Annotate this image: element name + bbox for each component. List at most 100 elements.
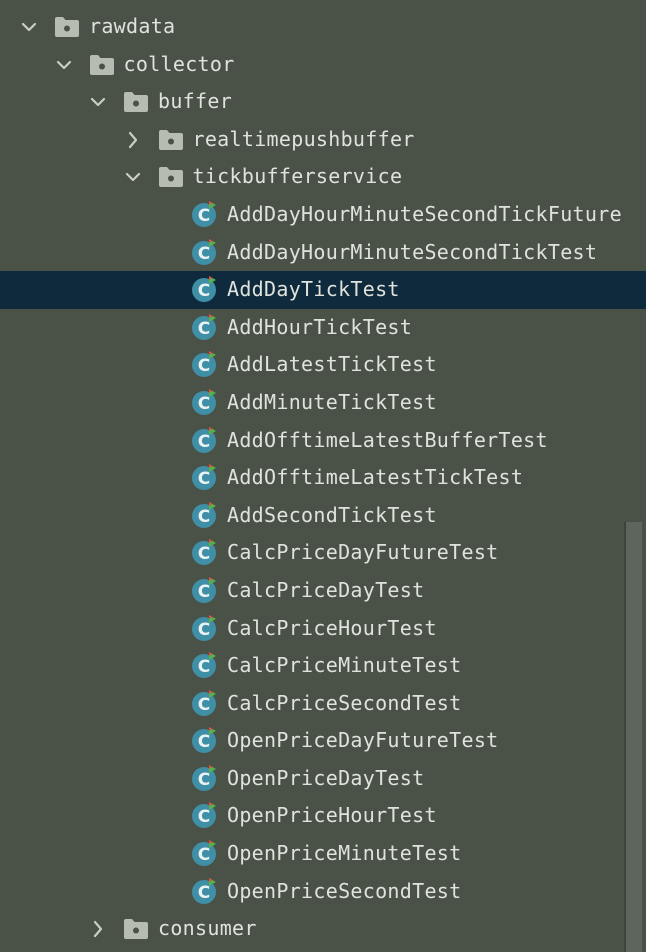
- tree-file-row[interactable]: C CalcPriceDayFutureTest: [0, 534, 646, 572]
- test-class-icon: C: [191, 238, 219, 265]
- tree-file-row[interactable]: C CalcPriceMinuteTest: [0, 647, 646, 685]
- tree-item-label: AddDayTickTest: [227, 277, 400, 302]
- tree-folder-row[interactable]: buffer: [0, 83, 646, 121]
- tree-item-label: OpenPriceSecondTest: [227, 878, 462, 903]
- tree-item-label: tickbufferservice: [192, 164, 403, 189]
- test-class-icon: C: [191, 689, 219, 716]
- tree-item-label: AddMinuteTickTest: [227, 389, 437, 414]
- tree-item-label: AddLatestTickTest: [227, 352, 437, 377]
- tree-file-row[interactable]: C OpenPriceMinuteTest: [0, 835, 646, 873]
- tree-folder-row[interactable]: rawdata: [0, 8, 646, 46]
- tree-item-label: AddOfftimeLatestBufferTest: [227, 427, 548, 452]
- tree-file-row[interactable]: C CalcPriceHourTest: [0, 610, 646, 648]
- svg-text:C: C: [198, 582, 210, 602]
- test-class-icon: C: [191, 313, 219, 340]
- test-class-icon: C: [191, 839, 219, 867]
- tree-item-label: CalcPriceHourTest: [227, 615, 437, 640]
- svg-text:C: C: [198, 657, 210, 677]
- scrollbar-thumb[interactable]: [624, 522, 642, 952]
- folder-icon: [122, 90, 150, 116]
- tree-item-label: OpenPriceMinuteTest: [227, 841, 462, 866]
- tree-item-label: OpenPriceHourTest: [227, 803, 437, 828]
- test-class-icon: C: [191, 538, 219, 566]
- tree-item-label: OpenPriceDayTest: [227, 765, 425, 790]
- tree-file-row[interactable]: C AddOfftimeLatestTickTest: [0, 459, 646, 497]
- test-class-icon: C: [191, 801, 219, 829]
- partial-row-above: [0, 0, 646, 4]
- test-class-icon: C: [191, 350, 219, 378]
- svg-text:C: C: [198, 883, 210, 903]
- tree-folder-row[interactable]: realtimepushbuffer: [0, 121, 646, 159]
- tree-item-label: collector: [123, 51, 235, 76]
- svg-text:C: C: [198, 244, 210, 264]
- tree-file-row[interactable]: C AddSecondTickTest: [0, 497, 646, 535]
- tree-item-label: OpenPriceDayFutureTest: [227, 728, 499, 753]
- chevron-right-icon[interactable]: [87, 918, 109, 940]
- svg-text:C: C: [198, 695, 210, 715]
- test-class-icon: C: [191, 463, 219, 491]
- tree-file-row[interactable]: C AddHourTickTest: [0, 309, 646, 347]
- svg-text:C: C: [198, 432, 210, 452]
- chevron-right-icon[interactable]: [122, 129, 144, 151]
- test-class-icon: C: [191, 275, 219, 303]
- test-class-icon: C: [191, 614, 219, 641]
- tree-item-label: CalcPriceDayTest: [227, 577, 425, 602]
- tree-item-label: CalcPriceDayFutureTest: [227, 540, 499, 565]
- tree-item-label: AddDayHourMinuteSecondTickTest: [227, 239, 598, 264]
- tree-file-row[interactable]: C OpenPriceHourTest: [0, 797, 646, 835]
- test-class-icon: C: [191, 877, 219, 904]
- tree-folder-row[interactable]: collector: [0, 46, 646, 84]
- folder-icon: [122, 917, 150, 943]
- tree-file-row[interactable]: C OpenPriceDayFutureTest: [0, 722, 646, 760]
- project-tree: rawdata collector buffer realtimepushbuffer…: [0, 8, 646, 948]
- chevron-down-icon[interactable]: [18, 16, 40, 38]
- tree-file-row[interactable]: C OpenPriceDayTest: [0, 760, 646, 798]
- tree-file-row[interactable]: C AddDayHourMinuteSecondTickTest: [0, 234, 646, 272]
- tree-item-label: CalcPriceSecondTest: [227, 690, 462, 715]
- tree-file-row[interactable]: C OpenPriceSecondTest: [0, 873, 646, 911]
- svg-text:C: C: [198, 356, 210, 376]
- test-class-icon: C: [191, 726, 219, 754]
- tree-file-row[interactable]: C AddOfftimeLatestBufferTest: [0, 422, 646, 460]
- svg-text:C: C: [198, 469, 210, 489]
- chevron-down-icon[interactable]: [122, 166, 144, 188]
- folder-icon: [157, 165, 185, 191]
- tree-item-label: rawdata: [89, 14, 176, 38]
- folder-icon: [88, 53, 116, 79]
- svg-text:C: C: [198, 620, 210, 640]
- svg-text:C: C: [198, 770, 210, 790]
- tree-item-label: AddDayHourMinuteSecondTickFuture: [227, 201, 622, 226]
- svg-text:C: C: [198, 394, 210, 414]
- test-class-icon: C: [191, 764, 219, 791]
- svg-text:C: C: [198, 807, 210, 827]
- test-class-icon: C: [191, 651, 219, 679]
- chevron-down-icon[interactable]: [87, 91, 109, 113]
- folder-icon: [157, 128, 185, 154]
- test-class-icon: C: [191, 576, 219, 603]
- tree-file-row[interactable]: C AddDayTickTest: [0, 271, 646, 309]
- tree-folder-row[interactable]: consumer: [0, 910, 646, 948]
- tree-item-label: AddHourTickTest: [227, 314, 413, 339]
- test-class-icon: C: [191, 200, 219, 227]
- tree-file-row[interactable]: C AddDayHourMinuteSecondTickFuture: [0, 196, 646, 234]
- svg-text:C: C: [198, 206, 210, 226]
- test-class-icon: C: [191, 388, 219, 415]
- tree-file-row[interactable]: C AddMinuteTickTest: [0, 384, 646, 422]
- tree-item-label: AddOfftimeLatestTickTest: [227, 465, 524, 490]
- svg-text:C: C: [198, 281, 210, 301]
- tree-file-row[interactable]: C CalcPriceDayTest: [0, 572, 646, 610]
- tree-item-label: consumer: [158, 916, 257, 941]
- tree-item-label: CalcPriceMinuteTest: [227, 653, 462, 678]
- svg-text:C: C: [198, 544, 210, 564]
- folder-icon: [53, 15, 81, 41]
- chevron-down-icon[interactable]: [53, 54, 75, 76]
- tree-file-row[interactable]: C AddLatestTickTest: [0, 346, 646, 384]
- svg-text:C: C: [198, 319, 210, 339]
- test-class-icon: C: [191, 426, 219, 453]
- test-class-icon: C: [191, 501, 219, 528]
- tree-file-row[interactable]: C CalcPriceSecondTest: [0, 685, 646, 723]
- tree-item-label: AddSecondTickTest: [227, 502, 437, 527]
- tree-item-label: realtimepushbuffer: [192, 126, 415, 151]
- tree-folder-row[interactable]: tickbufferservice: [0, 158, 646, 196]
- svg-text:C: C: [198, 507, 210, 527]
